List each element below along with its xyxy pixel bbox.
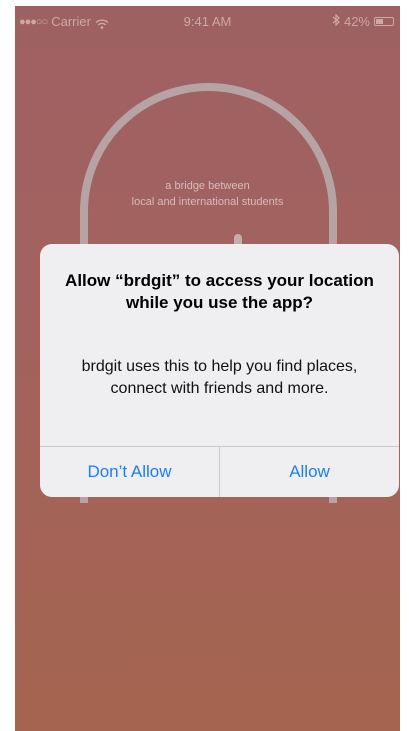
bluetooth-icon <box>332 13 340 29</box>
location-permission-alert: Allow “brdgit” to access your location w… <box>40 244 399 497</box>
alert-title: Allow “brdgit” to access your location w… <box>65 271 374 312</box>
allow-button[interactable]: Allow <box>220 447 399 497</box>
tagline: a bridge between local and international… <box>15 178 400 210</box>
alert-message: brdgit uses this to help you find places… <box>81 358 358 397</box>
battery-percent: 42% <box>343 14 370 29</box>
battery-icon <box>374 17 394 26</box>
dont-allow-button[interactable]: Don’t Allow <box>40 447 219 497</box>
tagline-line-1: a bridge between <box>165 180 250 192</box>
status-bar: ●●●○○ Carrier 9:41 AM 42% <box>15 6 400 36</box>
app-screen: ●●●○○ Carrier 9:41 AM 42% a bridge betwe… <box>15 6 400 731</box>
battery-level <box>376 19 383 24</box>
status-right: 42% <box>332 13 394 29</box>
tagline-line-2: local and international students <box>131 196 284 208</box>
